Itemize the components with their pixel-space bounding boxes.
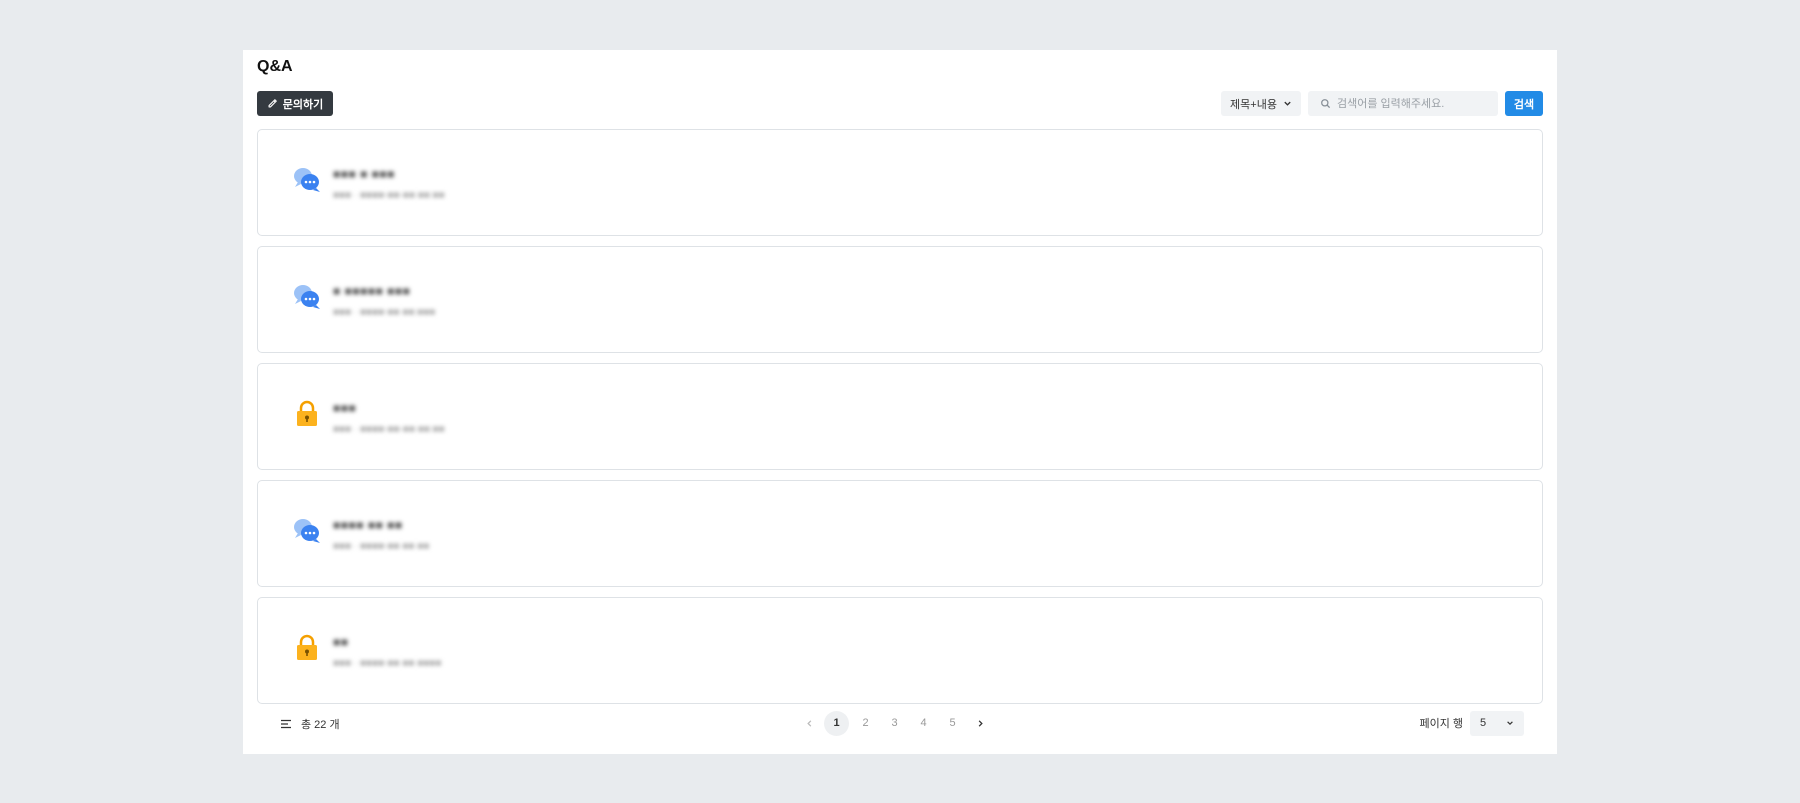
qa-board-panel: Q&A 문의하기 제목+내용 검색어를 입력해주세요. 검색 ■■■ ■ ■■■… xyxy=(243,50,1557,754)
list-footer: 총 22 개 1 2 3 4 5 페이지 행 5 xyxy=(257,710,1543,736)
search-scope-select[interactable]: 제목+내용 xyxy=(1221,91,1301,116)
pencil-icon xyxy=(268,99,277,108)
next-page-button[interactable] xyxy=(969,710,991,736)
post-card[interactable]: ■■ ■■■ · ■■■■-■■ ■■ ■■■■ xyxy=(257,597,1543,704)
list-lines-icon xyxy=(281,719,291,729)
chevron-right-icon xyxy=(978,719,983,727)
chevron-left-icon xyxy=(806,719,811,727)
post-title: ■ ■■■■■ ■■■ xyxy=(333,284,411,298)
post-meta: ■■■ · ■■■■-■■ ■■ ■■■■ xyxy=(333,658,442,669)
pagination: 1 2 3 4 5 xyxy=(798,710,991,736)
rows-per-page-select[interactable]: 5 xyxy=(1470,710,1524,736)
search-icon xyxy=(1321,99,1331,109)
total-count: 총 22 개 xyxy=(280,716,340,732)
page-5-button[interactable]: 5 xyxy=(940,711,965,736)
ask-question-button[interactable]: 문의하기 xyxy=(257,91,333,116)
post-meta: ■■■ · ■■■■-■■-■■ ■■:■■ xyxy=(333,190,445,201)
post-meta: ■■■ · ■■■■-■■-■■ ■■:■■ xyxy=(333,424,445,435)
page-4-button[interactable]: 4 xyxy=(911,711,936,736)
page-1-button[interactable]: 1 xyxy=(824,710,849,736)
chevron-down-icon xyxy=(1507,721,1513,726)
post-card[interactable]: ■ ■■■■■ ■■■ ■■■ · ■■■■-■■ ■■:■■■ xyxy=(257,246,1543,353)
rows-per-page: 페이지 행 5 xyxy=(1419,710,1524,736)
post-title: ■■ xyxy=(333,635,349,649)
ask-question-label: 문의하기 xyxy=(282,98,324,111)
post-title: ■■■■ ■■ ■■ xyxy=(333,518,403,532)
chat-bubbles-icon xyxy=(294,168,320,192)
search-field[interactable] xyxy=(1308,91,1498,116)
lock-icon xyxy=(297,400,317,426)
page-2-button[interactable]: 2 xyxy=(853,711,878,736)
chevron-down-icon xyxy=(1284,101,1291,106)
post-title: ■■■ xyxy=(333,401,357,415)
rows-per-page-value: 5 xyxy=(1480,717,1487,729)
search-button[interactable]: 검색 xyxy=(1505,91,1543,116)
post-card[interactable]: ■■■ ■ ■■■ ■■■ · ■■■■-■■-■■ ■■:■■ xyxy=(257,129,1543,236)
search-scope-value: 제목+내용 xyxy=(1230,98,1277,111)
page-title: Q&A xyxy=(257,58,293,75)
total-count-label: 총 22 개 xyxy=(301,719,340,731)
post-card[interactable]: ■■■■ ■■ ■■ ■■■ · ■■■■-■■ ■■ ■■ xyxy=(257,480,1543,587)
toolbar: 문의하기 제목+내용 검색 xyxy=(257,91,1543,116)
chat-bubbles-icon xyxy=(294,285,320,309)
post-list: ■■■ ■ ■■■ ■■■ · ■■■■-■■-■■ ■■:■■ ■ ■■■■■… xyxy=(257,129,1543,714)
rows-per-page-label: 페이지 행 xyxy=(1419,718,1463,730)
post-meta: ■■■ · ■■■■-■■ ■■ ■■ xyxy=(333,541,430,552)
lock-icon xyxy=(297,634,317,660)
chat-bubbles-icon xyxy=(294,519,320,543)
post-title: ■■■ ■ ■■■ xyxy=(333,167,395,181)
prev-page-button[interactable] xyxy=(798,710,820,736)
search-input[interactable] xyxy=(1337,97,1487,110)
post-card[interactable]: ■■■ ■■■ · ■■■■-■■-■■ ■■:■■ xyxy=(257,363,1543,470)
search-group: 제목+내용 검색 xyxy=(1221,91,1543,116)
page-3-button[interactable]: 3 xyxy=(882,711,907,736)
post-meta: ■■■ · ■■■■-■■ ■■:■■■ xyxy=(333,307,436,318)
